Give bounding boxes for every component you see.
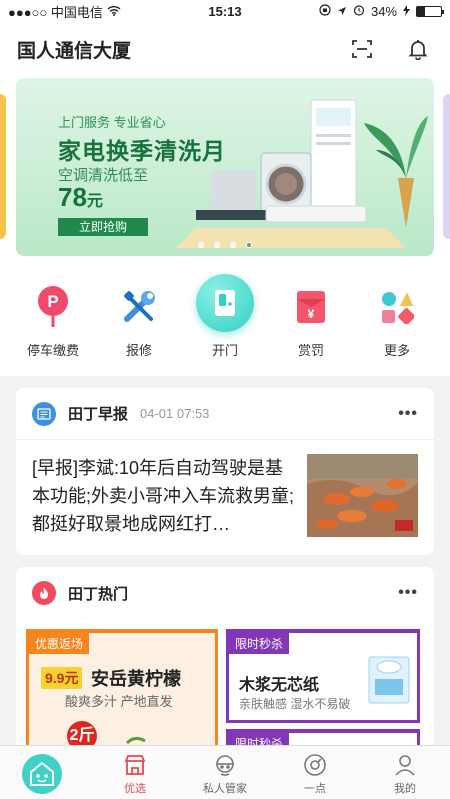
quick-action-repair[interactable]: 报修 [99,272,179,359]
banner-pagination [16,242,434,248]
deal-tag: 优惠返场 [29,633,90,654]
door-open-icon [196,274,254,332]
app-header: 国人通信大厦 [0,22,450,76]
deal-title: 安岳黄柠檬 [91,669,181,689]
banner-page-dot[interactable] [198,242,204,248]
battery-level [417,6,426,16]
tissue-roll-icon [368,656,410,704]
banner-next-peek[interactable] [443,94,450,239]
deal-price-tag: 9.9元 [41,667,83,689]
tab-mine[interactable]: 我的 [360,746,450,799]
quick-action-label: 开门 [211,343,238,358]
quick-action-reward[interactable]: ¥ 赏罚 [271,272,351,359]
reward-envelope-icon: ¥ [288,284,334,330]
charging-icon [403,4,410,19]
quick-action-label: 报修 [125,343,152,358]
more-apps-icon [374,284,420,330]
bell-icon[interactable] [403,34,433,64]
news-thumbnail[interactable] [307,454,418,537]
flash-tag: 限时秒杀 [229,633,290,654]
svg-text:P: P [47,292,58,311]
tab-youxuan[interactable]: 优选 [90,746,180,799]
svg-text:¥: ¥ [308,307,315,321]
battery-percent: 34% [370,3,397,19]
news-headline[interactable]: [早报]李斌:10年后自动驾驶是基本功能;外卖小哥冲入车流救男童;都挺好取景地成… [32,454,307,542]
banner-prev-peek[interactable] [0,94,6,239]
banner-page-dot[interactable] [246,242,252,248]
newspaper-icon [32,401,56,426]
tab-label: 优选 [124,783,146,795]
deal-subtitle: 酸爽多汁 产地直发 [65,694,173,709]
orientation-lock-icon [319,3,331,19]
battery-icon [416,5,444,17]
tab-label: 我的 [394,783,416,795]
hot-card: 田丁热门 ••• 优惠返场 9.9元 安岳黄柠檬 酸爽多汁 产地直发 2斤 限时… [16,567,434,757]
person-icon [392,752,418,778]
repair-tools-icon [116,284,162,330]
news-body: [早报]李斌:10年后自动驾驶是基本功能;外卖小哥冲入车流救男童;都挺好取景地成… [16,440,434,542]
top-area: 上门服务 专业省心 家电换季清洗月 空调清洗低至 78元 立即抢购 P 停车缴费… [0,76,450,376]
promo-banner[interactable]: 上门服务 专业省心 家电换季清洗月 空调清洗低至 78元 立即抢购 [16,78,434,256]
page-title: 国人通信大厦 [17,40,132,62]
flash-title: 木浆无芯纸 [239,677,320,694]
quick-action-label: 更多 [383,343,410,358]
flash-sale-tissue-card[interactable]: 限时秒杀 木浆无芯纸 亲肤触感 湿水不易破 [226,629,420,723]
banner-headline: 家电换季清洗月 [58,138,226,164]
buy-now-button[interactable]: 立即抢购 [58,218,148,236]
wifi-icon [107,4,121,19]
news-card-header: 田丁早报 04-01 07:53 ••• [16,388,434,440]
hot-card-header: 田丁热门 ••• [16,567,434,619]
banner-page-dot[interactable] [230,242,236,248]
status-left: ●●●○○ 中国电信 [8,2,121,21]
hot-more-button[interactable]: ••• [398,584,418,602]
news-card[interactable]: 田丁早报 04-01 07:53 ••• [早报]李斌:10年后自动驾驶是基本功… [16,388,434,555]
carrier-label: ●●●○○ 中国电信 [8,4,103,20]
home-mascot-icon [22,754,62,794]
tab-butler[interactable]: 私人管家 [180,746,270,799]
banner-page-dot[interactable] [214,242,220,248]
news-more-button[interactable]: ••• [398,405,418,423]
appliances-illustration [176,99,428,248]
quick-action-more[interactable]: 更多 [357,272,437,359]
flash-subtitle: 亲肤触感 湿水不易破 [239,697,351,711]
bottom-tabbar: 优选 私人管家 一点 我的 [0,745,450,799]
banner-price-unit: 元 [86,193,103,210]
quick-action-parking[interactable]: P 停车缴费 [13,272,93,359]
deal-lemon-card[interactable]: 优惠返场 9.9元 安岳黄柠檬 酸爽多汁 产地直发 2斤 [26,629,218,757]
parking-icon: P [30,284,76,330]
scan-icon[interactable] [347,34,377,64]
quick-action-label: 停车缴费 [26,343,79,358]
quick-action-label: 赏罚 [297,343,324,358]
alarm-icon [353,4,365,19]
shop-icon [122,752,148,778]
banner-price: 78元 [58,182,103,213]
quick-actions: P 停车缴费 报修 开门 ¥ 赏罚 更多 [0,272,450,372]
flame-icon [32,581,56,605]
tab-label: 私人管家 [203,783,247,795]
news-card-title: 田丁早报 [68,406,129,423]
tab-yidian[interactable]: 一点 [270,746,360,799]
tab-label: 一点 [304,783,326,795]
status-right: 34% [319,3,444,19]
news-card-time: 04-01 07:53 [140,406,210,421]
butler-icon [212,752,238,778]
dot-circle-icon [302,752,328,778]
banner-price-value: 78 [58,182,87,212]
location-icon [337,4,347,19]
hot-card-title: 田丁热门 [68,585,129,603]
status-bar: ●●●○○ 中国电信 15:13 34% [0,0,450,22]
tab-home[interactable] [0,746,90,799]
quick-action-open-door[interactable]: 开门 [185,272,265,359]
banner-tagline: 上门服务 专业省心 [58,115,166,130]
